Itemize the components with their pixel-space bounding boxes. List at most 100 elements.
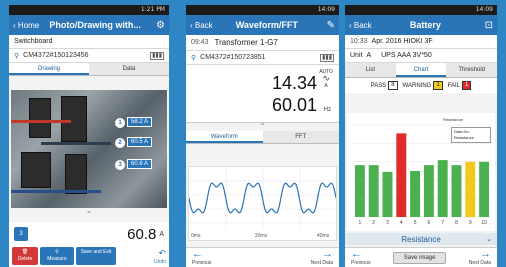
chart-bar[interactable] [479,161,490,217]
measure-label: Measure [47,256,67,262]
waveform-plot[interactable]: 0ms 20ms 40ms [188,166,337,241]
tab-bar: Drawing Data [9,63,169,76]
previous-button[interactable]: ← Previous [192,249,212,267]
delete-button[interactable]: 🗑 Delete [12,247,38,265]
chevron-up-icon[interactable]: ⌃ [186,123,339,131]
back-button[interactable]: ‹ Back [190,21,213,30]
axis-label: 20ms [255,233,268,239]
pass-label: PASS [370,82,387,89]
save-exit-button[interactable]: Save and Exit [76,247,116,265]
axis-label: 0ms [191,233,201,239]
tab-bar: List Chart Threshold [345,63,497,78]
battery-icon: ▮▮▮ [320,53,334,62]
waveform-screen: 14:09 ‹ Back Waveform/FFT ✎ 09:43 Transf… [186,5,339,267]
frequency-value: 60.01 [271,95,317,115]
dropdown-item[interactable]: Resistance [454,135,488,141]
previous-button[interactable]: ← Previous [351,249,371,267]
chart-bar[interactable] [410,171,421,217]
measurement-value: 60.8 [127,225,157,243]
location-name: Transformer 1-G7 [214,38,278,47]
waveform-trace [188,182,337,214]
measurement-tag[interactable]: 58.2 A [127,117,153,127]
breaker [29,98,51,138]
chart-bar[interactable] [382,171,393,217]
chart-bar[interactable] [451,165,462,217]
breaker [65,154,87,194]
tab-data[interactable]: Data [89,63,169,75]
page-title: Battery [409,20,441,30]
chart-bar[interactable] [423,165,434,217]
chart-bar[interactable] [465,161,476,217]
undo-button[interactable]: ↶ Undo [118,248,166,265]
point-chip[interactable]: 3 [14,227,28,241]
tab-drawing[interactable]: Drawing [9,63,89,75]
back-button[interactable]: ‹ Back [349,21,372,30]
next-button[interactable]: → Next Data [469,249,491,267]
tab-chart[interactable]: Chart [395,63,447,77]
status-bar: 1:21 PM [9,5,169,15]
wire [41,142,111,145]
next-label: Next Data [310,260,333,266]
current-value: 14.34 [271,73,317,93]
axis-label: 40ms [317,233,330,239]
unit-label: Unit [350,52,363,59]
measurement-row: 3 60.8 A [9,222,169,246]
measure-button[interactable]: ⚲ Measure [40,247,74,265]
status-time: 14:09 [475,6,493,13]
undo-label: Undo [154,258,166,265]
measurement-tag[interactable]: 60.5 A [127,137,153,147]
fail-label: FAIL [447,82,461,89]
delete-label: Delete [17,256,33,262]
title-bar: ‹ Home Photo/Drawing with... ⚙ [9,15,169,35]
measurement-tag[interactable]: 60.8 A [127,159,153,169]
home-button[interactable]: ‹ Home [13,21,39,30]
clamp-icon: ⚲ [14,52,20,60]
device-row: ⚲ CM4372#150723851 ▮▮▮ [186,51,339,65]
tab-fft[interactable]: FFT [263,131,340,143]
frequency-unit: Hz [323,107,331,113]
previous-label: Previous [351,260,371,266]
edit-icon[interactable]: ✎ [321,20,335,31]
battery-icon: ▮▮▮ [150,51,164,60]
action-bar: 🗑 Delete ⚲ Measure Save and Exit ↶ Undo [9,245,169,267]
section-title: Switchboard [14,38,53,45]
chart-bar[interactable] [368,165,379,217]
tag-number: 1 [115,118,125,128]
save-image-button[interactable]: Save image [392,251,447,264]
unit-value: A [366,52,372,59]
back-label: Back [353,20,372,30]
resistance-label: Resistance [401,234,441,244]
chart-heading: Resistance [443,117,464,122]
share-icon[interactable]: ⊡ [479,20,493,31]
tab-list[interactable]: List [345,63,396,77]
clamp-icon: ⚲ [191,54,197,62]
tab-threshold[interactable]: Threshold [446,63,497,77]
chart-bar[interactable] [437,160,448,217]
next-button[interactable]: → Next Data [310,249,333,267]
series-dropdown[interactable]: Data No. Resistance [451,127,491,143]
tab-waveform[interactable]: Waveform [186,131,263,143]
x-tick-label: 7 [441,220,444,226]
x-tick-label: 1 [359,220,362,226]
navigation-bar: ← Previous → Next Data [186,247,339,267]
previous-label: Previous [192,260,212,266]
record-time: 09:43 [191,39,209,46]
resistance-selector[interactable]: Resistance ⌄ [345,233,497,245]
battery-screen: 14:09 ‹ Back Battery ⊡ 10:33 Apr. 2016 H… [345,5,497,267]
navigation-bar: ← Previous Save image → Next Data [345,247,497,267]
ac-wave-icon: ∿ [322,73,330,83]
gear-icon[interactable]: ⚙ [151,20,165,31]
chart-bar[interactable] [354,165,365,217]
resistance-chart[interactable]: 1 2 3 4 5 6 7 8 9 10 Resistance Data No. Resistan… [347,113,495,231]
title-bar: ‹ Back Waveform/FFT ✎ [186,15,339,35]
measurement-panel: 14.34 AUTO ∿ A 60.01 Hz [186,65,339,123]
status-time: 1:21 PM [140,6,165,13]
chart-bar[interactable] [396,133,407,217]
unit-row: Unit A UPS AAA 3V*50 [345,49,497,63]
chevron-up-icon[interactable]: ⌃ [9,210,169,219]
switchboard-photo[interactable]: 1 58.2 A 2 60.5 A 3 60.8 A [11,90,167,208]
status-bar: 14:09 [186,5,339,15]
wire [11,120,71,123]
photo-drawing-screen: 1:21 PM ‹ Home Photo/Drawing with... ⚙ S… [9,5,169,267]
location-name: Apr. 2016 HIOKI 3F [371,38,433,45]
